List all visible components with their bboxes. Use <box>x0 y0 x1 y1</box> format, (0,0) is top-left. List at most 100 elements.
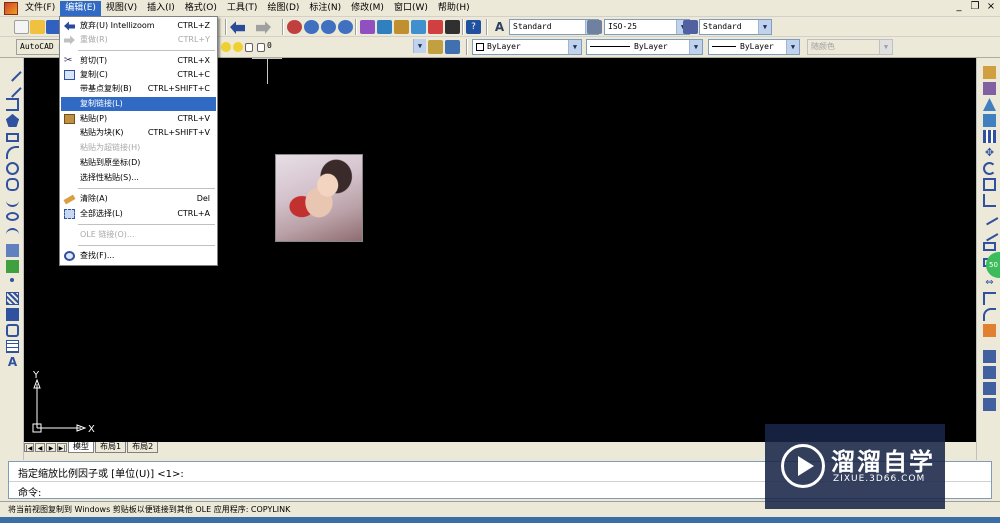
design-center-icon[interactable] <box>377 20 392 34</box>
restore-icon[interactable]: ❐ <box>970 1 980 12</box>
lineweight-select[interactable]: ByLayer ▼ <box>708 39 800 55</box>
command-prompt[interactable]: 命令: <box>18 484 41 499</box>
region-icon[interactable] <box>6 324 19 337</box>
spline-icon[interactable] <box>6 194 19 207</box>
text-style-icon[interactable]: A <box>492 20 507 34</box>
menu-item-cut[interactable]: ✂ 剪切(T) CTRL+X <box>61 54 216 68</box>
menu-view[interactable]: 视图(V) <box>101 1 142 16</box>
last-tab-icon[interactable]: ▶| <box>57 443 67 452</box>
workspace-select[interactable]: AutoCAD 经 <box>16 39 61 55</box>
rectangle-icon[interactable] <box>6 133 19 142</box>
break-at-point-icon[interactable] <box>983 242 996 251</box>
text-style-select[interactable]: Standard▼ <box>509 19 599 35</box>
bring-above-icon[interactable] <box>983 398 996 411</box>
properties-icon[interactable] <box>360 20 375 34</box>
chamfer-icon[interactable] <box>983 292 996 305</box>
color-select[interactable]: ByLayer ▼ <box>472 39 582 55</box>
ellipse-arc-icon[interactable] <box>6 228 19 241</box>
arc-icon[interactable] <box>6 146 19 159</box>
new-file-icon[interactable] <box>14 20 29 34</box>
menu-item-select-all[interactable]: 全部选择(L) CTRL+A <box>61 207 216 221</box>
make-layer-current-icon[interactable] <box>428 40 443 54</box>
dim-style-icon[interactable] <box>587 20 602 34</box>
ellipse-icon[interactable] <box>6 212 19 221</box>
calculator-icon[interactable] <box>445 20 460 34</box>
open-file-icon[interactable] <box>30 20 45 34</box>
markup-icon[interactable] <box>428 20 443 34</box>
menu-draw[interactable]: 绘图(D) <box>262 1 304 16</box>
draw-order-icon[interactable] <box>983 350 996 363</box>
pan-icon[interactable] <box>287 20 302 34</box>
tab-layout1[interactable]: 布局1 <box>95 442 127 453</box>
help-icon[interactable]: ? <box>466 20 481 34</box>
menu-item-copy-link[interactable]: 复制链接(L) <box>61 97 216 111</box>
menu-tools[interactable]: 工具(T) <box>222 1 263 16</box>
redo-icon[interactable] <box>256 21 271 34</box>
hatch-icon[interactable] <box>6 292 19 305</box>
dim-style-select[interactable]: ISO-25▼ <box>604 19 690 35</box>
table-style-icon[interactable] <box>683 20 698 34</box>
menu-item-undo[interactable]: 放弃(U) Intellizoom CTRL+Z <box>61 19 216 33</box>
join-icon[interactable]: ⇔ <box>983 276 996 289</box>
menu-edit[interactable]: 编辑(E) <box>60 0 101 16</box>
next-tab-icon[interactable]: ▶ <box>46 443 56 452</box>
construction-line-icon[interactable] <box>3 79 22 98</box>
polyline-icon[interactable] <box>6 98 19 111</box>
menu-item-paste[interactable]: 粘贴(P) CTRL+V <box>61 112 216 126</box>
scale-icon[interactable] <box>983 178 996 191</box>
menu-item-paste-to-original[interactable]: 粘贴到原坐标(D) <box>61 156 216 170</box>
zoom-window-icon[interactable] <box>321 20 336 34</box>
extend-icon[interactable] <box>980 223 999 242</box>
tool-palette-icon[interactable] <box>394 20 409 34</box>
send-to-back-icon[interactable] <box>983 382 996 395</box>
bring-to-front-icon[interactable] <box>983 366 996 379</box>
menu-item-paste-as-block[interactable]: 粘贴为块(K) CTRL+SHIFT+V <box>61 126 216 140</box>
table-icon[interactable] <box>6 340 19 353</box>
tab-layout2[interactable]: 布局2 <box>127 442 159 453</box>
undo-icon[interactable] <box>230 21 245 34</box>
menu-insert[interactable]: 插入(I) <box>142 1 180 16</box>
polygon-icon[interactable] <box>6 114 19 127</box>
app-logo-icon[interactable] <box>4 1 18 15</box>
menu-modify[interactable]: 修改(M) <box>346 1 389 16</box>
minimize-icon[interactable]: _ <box>954 1 964 12</box>
stretch-icon[interactable] <box>983 194 996 207</box>
multiline-text-icon[interactable]: A <box>6 356 19 369</box>
offset-icon[interactable] <box>983 114 996 127</box>
inserted-image[interactable] <box>275 154 363 242</box>
menu-item-clear[interactable]: 清除(A) Del <box>61 192 216 206</box>
layer-select[interactable]: 0 ▼ <box>264 39 426 55</box>
menu-dimension[interactable]: 标注(N) <box>304 1 346 16</box>
insert-block-icon[interactable] <box>6 244 19 257</box>
menu-window[interactable]: 窗口(W) <box>389 1 433 16</box>
revision-cloud-icon[interactable] <box>6 178 19 191</box>
menu-item-paste-special[interactable]: 选择性粘贴(S)... <box>61 171 216 185</box>
first-tab-icon[interactable]: |◀ <box>24 443 34 452</box>
circle-icon[interactable] <box>6 162 19 175</box>
menu-help[interactable]: 帮助(H) <box>433 1 475 16</box>
linetype-select[interactable]: ByLayer ▼ <box>586 39 703 55</box>
zoom-previous-icon[interactable] <box>338 20 353 34</box>
zoom-realtime-icon[interactable] <box>304 20 319 34</box>
copy-object-icon[interactable] <box>983 82 996 95</box>
close-icon[interactable]: × <box>986 1 996 12</box>
sheet-set-icon[interactable] <box>411 20 426 34</box>
erase-icon[interactable] <box>983 66 996 79</box>
gradient-icon[interactable] <box>6 308 19 321</box>
prev-tab-icon[interactable]: ◀ <box>35 443 45 452</box>
trim-icon[interactable] <box>980 207 999 226</box>
explode-icon[interactable] <box>983 324 996 337</box>
menu-file[interactable]: 文件(F) <box>20 1 60 16</box>
menu-item-copy[interactable]: 复制(C) CTRL+C <box>61 68 216 82</box>
array-icon[interactable] <box>983 130 996 143</box>
tab-model[interactable]: 模型 <box>68 442 94 453</box>
make-block-icon[interactable] <box>6 260 19 273</box>
menu-format[interactable]: 格式(O) <box>180 1 222 16</box>
point-icon[interactable] <box>10 278 14 282</box>
move-icon[interactable]: ✥ <box>983 146 996 159</box>
layer-previous-icon[interactable] <box>445 40 460 54</box>
fillet-icon[interactable] <box>983 308 996 321</box>
menu-item-find[interactable]: 查找(F)... <box>61 249 216 263</box>
rotate-icon[interactable] <box>983 162 996 175</box>
mirror-icon[interactable] <box>983 98 996 111</box>
